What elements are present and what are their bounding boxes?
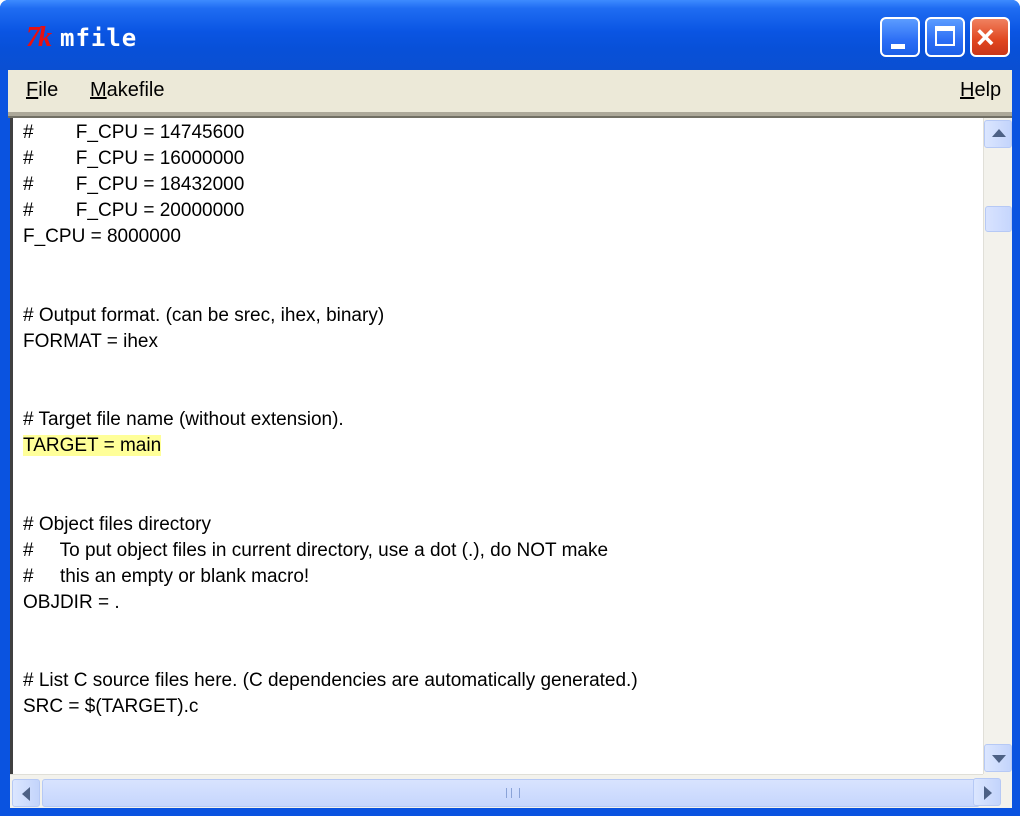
horizontal-scroll-thumb[interactable] [42,779,980,807]
code-line[interactable]: # F_CPU = 14745600 [23,120,244,146]
code-line-text: # F_CPU = 14745600 [23,122,245,143]
chevron-left-icon [22,787,30,801]
menu-file-mnemonic: F [26,79,39,101]
tk-app-icon[interactable]: 7k [26,22,52,54]
scroll-right-button[interactable] [973,778,1001,806]
code-line-text: OBJDIR = . [23,591,120,613]
maximize-icon [935,26,955,46]
code-line-text: # Output format. (can be srec, ihex, bin… [23,304,385,326]
code-line[interactable]: # Output format. (can be srec, ihex, bin… [23,303,384,329]
menu-help[interactable]: Help [960,79,1001,102]
code-line[interactable]: # Target file name (without extension). [23,407,344,433]
chevron-right-icon [984,786,992,800]
vertical-scrollbar[interactable] [983,118,1012,774]
code-line[interactable]: OBJDIR = . [23,590,120,616]
code-line-text: # F_CPU = 16000000 [23,148,245,170]
code-line[interactable]: # List C source files here. (C dependenc… [23,668,638,694]
code-line[interactable]: F_CPU = 8000000 [23,224,181,250]
menu-makefile[interactable]: Makefile [90,79,164,102]
code-line[interactable]: TARGET = main [23,433,162,459]
vertical-scroll-thumb[interactable] [985,206,1012,232]
code-line[interactable]: # To put object files in current directo… [23,538,608,564]
scroll-up-button[interactable] [984,120,1012,148]
scroll-down-button[interactable] [984,744,1012,772]
code-line[interactable]: # this an empty or blank macro! [23,564,309,590]
minimize-icon [891,44,905,49]
menu-makefile-label: akefile [106,79,165,101]
code-line-text: # F_CPU = 18432000 [23,174,245,196]
menu-file-label: ile [38,79,59,101]
code-line-text: # Target file name (without extension). [23,409,344,431]
chevron-up-icon [992,129,1006,137]
code-line[interactable]: # F_CPU = 20000000 [23,198,244,224]
code-line[interactable]: # F_CPU = 16000000 [23,146,244,172]
title-bar[interactable]: 7k mfile × [0,0,1020,70]
code-line[interactable]: FORMAT = ihex [23,329,158,355]
code-line[interactable]: # Object files directory [23,512,211,538]
code-line-text: # List C source files here. (C dependenc… [23,670,638,692]
menu-help-label: elp [974,79,1002,101]
code-line-text: # this an empty or blank macro! [23,565,310,587]
code-line-text: # Object files directory [23,513,211,535]
menu-bar: File Makefile Help [8,70,1012,112]
code-line-text: TARGET = main [23,435,162,457]
close-button[interactable]: × [970,17,1010,57]
code-line[interactable]: SRC = $(TARGET).c [23,694,198,720]
app-window: 7k mfile × File Makefile Help # F_CPU = … [0,0,1020,816]
maximize-button[interactable] [925,17,965,57]
grip-icon [506,788,520,798]
menu-help-mnemonic: H [960,79,975,101]
close-icon: × [976,19,995,55]
code-line-text: FORMAT = ihex [23,330,158,352]
code-line-text: # To put object files in current directo… [23,539,609,561]
minimize-button[interactable] [880,17,920,57]
text-editor[interactable]: # F_CPU = 14745600 # F_CPU = 16000000 # F_… [10,118,983,774]
window-title: mfile [60,24,138,52]
menu-file[interactable]: File [26,79,58,102]
chevron-down-icon [992,755,1006,763]
menu-makefile-mnemonic: M [90,79,107,101]
code-line[interactable]: # F_CPU = 18432000 [23,172,244,198]
code-line-text: F_CPU = 8000000 [23,226,181,248]
code-line-text: SRC = $(TARGET).c [23,696,199,718]
code-line-text: # F_CPU = 20000000 [23,200,245,222]
scroll-left-button[interactable] [12,779,40,807]
horizontal-scrollbar[interactable] [10,774,983,808]
